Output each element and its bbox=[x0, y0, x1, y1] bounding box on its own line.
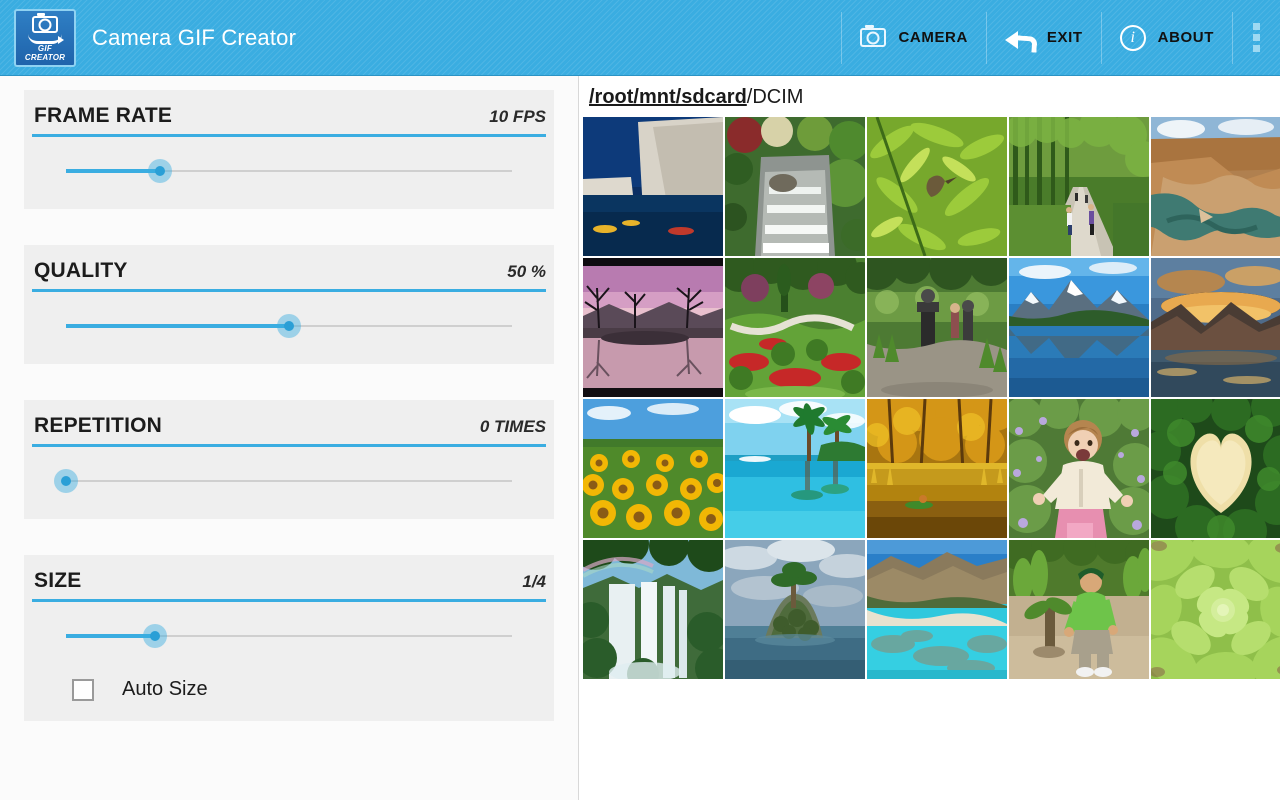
auto-size-row[interactable]: Auto Size bbox=[24, 674, 554, 721]
thumbnail-snow-mountain-lake[interactable] bbox=[1009, 258, 1149, 397]
overflow-dot bbox=[1253, 45, 1260, 52]
thumbnail-canyon-kayaks[interactable] bbox=[583, 117, 723, 256]
quality-header: QUALITY 50 % bbox=[24, 259, 554, 283]
camera-button[interactable]: CAMERA bbox=[841, 11, 987, 64]
overflow-dot bbox=[1253, 23, 1260, 30]
frame-rate-value: 10 FPS bbox=[489, 107, 546, 126]
thumbnail-tropical-palm-lagoon[interactable] bbox=[725, 399, 865, 538]
setting-frame-rate: FRAME RATE 10 FPS bbox=[24, 90, 554, 209]
repetition-value: 0 TIMES bbox=[479, 417, 546, 436]
frame-rate-slider-row bbox=[24, 137, 554, 209]
setting-quality: QUALITY 50 % bbox=[24, 245, 554, 364]
thumbnail-orange-sunset-rocks[interactable] bbox=[1151, 258, 1280, 397]
setting-size: SIZE 1/4 Auto Size bbox=[24, 555, 554, 721]
thumbnail-sunflower-field[interactable] bbox=[583, 399, 723, 538]
auto-size-checkbox[interactable] bbox=[72, 678, 94, 701]
slider-thumb[interactable] bbox=[277, 314, 301, 338]
spacer bbox=[0, 209, 578, 245]
spacer bbox=[0, 519, 578, 555]
repetition-header: REPETITION 0 TIMES bbox=[24, 414, 554, 438]
file-browser-panel: /root/mnt/sdcard/DCIM bbox=[579, 76, 1280, 800]
auto-size-label: Auto Size bbox=[122, 678, 208, 700]
frame-rate-slider[interactable] bbox=[66, 159, 512, 183]
thumbnail-desert-canyon-river[interactable] bbox=[1151, 117, 1280, 256]
back-arrow-icon bbox=[1004, 26, 1035, 50]
info-icon: i bbox=[1119, 24, 1146, 51]
frame-rate-title: FRAME RATE bbox=[34, 104, 173, 127]
size-title: SIZE bbox=[34, 569, 82, 592]
app-title: Camera GIF Creator bbox=[92, 24, 297, 50]
icon-label-creator: CREATOR bbox=[24, 53, 66, 62]
camera-glyph bbox=[32, 13, 58, 33]
thumbnail-flower-garden-path[interactable] bbox=[725, 258, 865, 397]
slider-thumb[interactable] bbox=[143, 624, 168, 648]
thumbnail-rainbow-waterfall[interactable] bbox=[583, 540, 723, 679]
exit-button-label: EXIT bbox=[1046, 29, 1083, 46]
thumbnail-lone-island-tree[interactable] bbox=[725, 540, 865, 679]
thumbnail-pink-sunset-lake[interactable] bbox=[583, 258, 723, 397]
repetition-slider[interactable] bbox=[54, 469, 512, 493]
breadcrumb-current: /DCIM bbox=[746, 86, 804, 108]
quality-title: QUALITY bbox=[34, 259, 128, 282]
thumbnail-heart-shaped-clearing[interactable] bbox=[1151, 399, 1280, 538]
setting-repetition: REPETITION 0 TIMES bbox=[24, 400, 554, 519]
thumbnail-turquoise-reef-bay[interactable] bbox=[867, 540, 1007, 679]
camera-icon bbox=[860, 24, 887, 47]
app-header: GIF CREATOR Camera GIF Creator CAMERA EX… bbox=[0, 0, 1280, 76]
size-slider[interactable] bbox=[66, 624, 512, 648]
overflow-dot bbox=[1253, 34, 1260, 41]
slider-fill bbox=[66, 169, 160, 173]
quality-slider[interactable] bbox=[66, 314, 512, 338]
repetition-title: REPETITION bbox=[34, 414, 163, 437]
slider-thumb[interactable] bbox=[54, 469, 78, 493]
slider-fill bbox=[66, 324, 289, 328]
about-button-label: ABOUT bbox=[1157, 29, 1214, 46]
thumbnail-child-in-flowers[interactable] bbox=[1009, 399, 1149, 538]
spacer bbox=[0, 364, 578, 400]
icon-label-gif: GIF bbox=[37, 44, 53, 53]
size-header: SIZE 1/4 bbox=[24, 569, 554, 593]
gif-creator-app-icon: GIF CREATOR bbox=[14, 8, 76, 67]
slider-thumb[interactable] bbox=[147, 159, 172, 183]
header-actions: CAMERA EXIT i ABOUT bbox=[841, 0, 1280, 75]
thumbnail-forest-bike-path[interactable] bbox=[1009, 117, 1149, 256]
slider-fill bbox=[66, 634, 156, 638]
thumbnail-man-planting-tree[interactable] bbox=[1009, 540, 1149, 679]
about-button[interactable]: i ABOUT bbox=[1102, 11, 1233, 64]
main-body: FRAME RATE 10 FPS QUALITY 50 % REPETITIO… bbox=[0, 76, 1280, 800]
thumbnail-autumn-golden-river[interactable] bbox=[867, 399, 1007, 538]
thumbnail-garden-waterfall[interactable] bbox=[725, 117, 865, 256]
settings-panel: FRAME RATE 10 FPS QUALITY 50 % REPETITIO… bbox=[0, 76, 579, 800]
size-slider-row bbox=[24, 602, 554, 674]
thumbnail-botanical-garden-statue[interactable] bbox=[867, 258, 1007, 397]
thumbnail-green-succulent[interactable] bbox=[1151, 540, 1280, 679]
repetition-slider-row bbox=[24, 447, 554, 519]
quality-value: 50 % bbox=[507, 262, 546, 281]
size-value: 1/4 bbox=[522, 572, 546, 591]
overflow-menu-icon[interactable] bbox=[1233, 12, 1280, 64]
breadcrumb-parent-link[interactable]: /root/mnt/sdcard bbox=[589, 86, 747, 108]
breadcrumb: /root/mnt/sdcard/DCIM bbox=[579, 76, 1280, 117]
thumbnail-grid bbox=[579, 117, 1280, 679]
slider-track bbox=[66, 480, 512, 482]
camera-button-label: CAMERA bbox=[898, 29, 968, 46]
loop-arrow-glyph bbox=[28, 34, 64, 44]
spacer bbox=[0, 76, 578, 90]
exit-button[interactable]: EXIT bbox=[987, 11, 1102, 64]
thumbnail-green-leaves-bird[interactable] bbox=[867, 117, 1007, 256]
frame-rate-header: FRAME RATE 10 FPS bbox=[24, 104, 554, 128]
quality-slider-row bbox=[24, 292, 554, 364]
